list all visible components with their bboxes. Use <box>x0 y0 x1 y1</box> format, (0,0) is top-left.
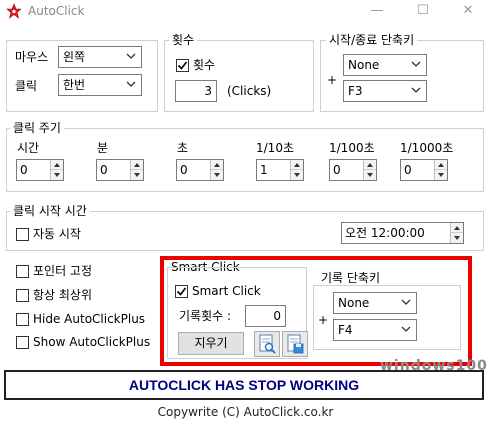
spin-down-button[interactable] <box>51 170 63 180</box>
close-button[interactable]: ✕ <box>445 0 491 24</box>
highlight-frame <box>160 256 472 366</box>
hide-autoclickplus-label: Hide AutoClickPlus <box>33 312 146 326</box>
start-stop-key-value: F3 <box>348 84 363 98</box>
spin-down-button[interactable] <box>211 170 223 180</box>
maximize-button[interactable]: ☐ <box>400 0 446 24</box>
spin-up-button[interactable] <box>435 160 447 170</box>
hotkey-plus-label: + <box>327 73 338 87</box>
star-app-icon <box>6 3 22 19</box>
click-start-time-title: 클릭 시작 시간 <box>10 204 90 218</box>
tenth-second-value: 1 <box>260 163 268 177</box>
show-autoclickplus-label: Show AutoClickPlus <box>33 335 151 349</box>
thousandth-second-label: 1/1000초 <box>400 141 454 155</box>
minimize-button[interactable]: — <box>354 0 400 24</box>
click-label: 클릭 <box>15 79 38 93</box>
start-stop-key-select[interactable]: F3 <box>343 80 427 102</box>
start-stop-hotkey-title: 시작/종료 단축키 <box>326 33 418 47</box>
tenth-second-label: 1/10초 <box>256 141 294 155</box>
mouse-label: 마우스 <box>15 50 49 64</box>
spin-up-button[interactable] <box>364 160 376 170</box>
clicks-unit-label: (Clicks) <box>227 84 272 98</box>
count-checkbox-label: 횟수 <box>193 58 216 72</box>
second-value: 0 <box>180 163 188 177</box>
click-type-select[interactable]: 한번 <box>58 74 142 96</box>
mouse-button-select[interactable]: 왼쪽 <box>58 46 142 68</box>
thousandth-second-value: 0 <box>404 163 412 177</box>
title-bar: AutoClick — ☐ ✕ <box>0 0 491 24</box>
spin-up-button[interactable] <box>291 160 303 170</box>
spin-up-button[interactable] <box>451 223 463 233</box>
spin-down-button[interactable] <box>451 233 463 243</box>
spin-up-button[interactable] <box>131 160 143 170</box>
spin-down-button[interactable] <box>435 170 447 180</box>
spin-up-button[interactable] <box>211 160 223 170</box>
second-label: 초 <box>177 141 189 155</box>
minute-label: 분 <box>97 141 109 155</box>
spin-down-button[interactable] <box>291 170 303 180</box>
spin-down-button[interactable] <box>364 170 376 180</box>
pointer-lock-label: 포인터 고정 <box>33 264 93 278</box>
always-on-top-label: 항상 최상위 <box>33 288 93 302</box>
hundredth-second-label: 1/100초 <box>329 141 375 155</box>
chevron-down-icon <box>126 81 136 87</box>
count-checkbox[interactable] <box>176 59 189 72</box>
start-time-picker[interactable]: 오전 12:00:00 <box>341 222 464 244</box>
hundredth-second-value: 0 <box>333 163 341 177</box>
chevron-down-icon <box>411 87 421 93</box>
start-time-value: 오전 12:00:00 <box>345 226 425 240</box>
auto-start-label: 자동 시작 <box>33 227 81 241</box>
hide-autoclickplus-checkbox[interactable] <box>16 313 29 326</box>
mouse-button-value: 왼쪽 <box>63 50 86 64</box>
start-stop-modifier-select[interactable]: None <box>343 54 427 76</box>
status-message: AUTOCLICK HAS STOP WORKING <box>4 370 484 400</box>
always-on-top-checkbox[interactable] <box>16 289 29 302</box>
tenth-second-spinbox[interactable]: 1 <box>256 159 304 181</box>
window-title: AutoClick <box>28 4 85 18</box>
start-stop-modifier-value: None <box>348 58 380 72</box>
show-autoclickplus-checkbox[interactable] <box>16 336 29 349</box>
checkmark-icon <box>177 61 188 70</box>
copyright-footer: Copywrite (C) AutoClick.co.kr <box>157 405 334 419</box>
minute-value: 0 <box>100 163 108 177</box>
auto-start-checkbox[interactable] <box>16 228 29 241</box>
spin-down-button[interactable] <box>131 170 143 180</box>
click-interval-title: 클릭 주기 <box>10 121 64 135</box>
thousandth-second-spinbox[interactable]: 0 <box>400 159 448 181</box>
pointer-lock-checkbox[interactable] <box>16 265 29 278</box>
spin-up-button[interactable] <box>51 160 63 170</box>
hundredth-second-spinbox[interactable]: 0 <box>329 159 377 181</box>
count-group-title: 횟수 <box>169 33 198 47</box>
click-type-value: 한번 <box>63 78 86 92</box>
count-input[interactable]: 3 <box>175 80 217 102</box>
second-spinbox[interactable]: 0 <box>176 159 224 181</box>
minute-spinbox[interactable]: 0 <box>96 159 144 181</box>
chevron-down-icon <box>126 53 136 59</box>
hour-spinbox[interactable]: 0 <box>16 159 64 181</box>
hour-value: 0 <box>20 163 28 177</box>
hour-label: 시간 <box>17 141 40 155</box>
count-value: 3 <box>204 84 212 98</box>
chevron-down-icon <box>411 61 421 67</box>
